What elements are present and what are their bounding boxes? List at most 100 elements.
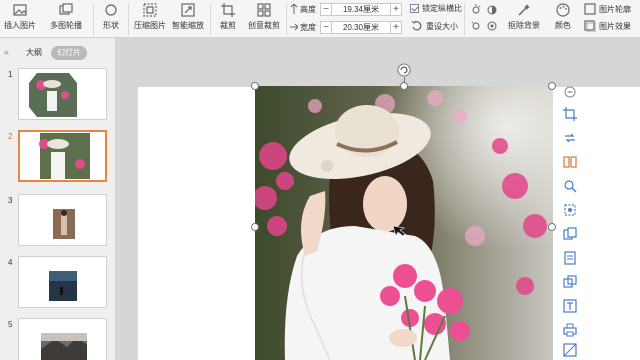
contrast-up-icon[interactable]: [486, 4, 498, 16]
slide-preview: [18, 68, 107, 120]
resize-handle-top-right[interactable]: [548, 82, 556, 90]
width-decrease-button[interactable]: −: [320, 20, 332, 34]
float-replace-button[interactable]: [562, 130, 578, 146]
picture-effect-label: 图片效果: [599, 21, 631, 31]
slide-number: 4: [8, 258, 13, 267]
lock-ratio-checkbox[interactable]: 锁定纵横比: [410, 3, 462, 14]
shape-button[interactable]: 形状: [98, 0, 124, 38]
contrast-down-icon[interactable]: [486, 20, 498, 32]
rotate-handle-line: [404, 77, 405, 83]
collapse-toolbar-button[interactable]: [562, 84, 578, 100]
remove-background-label: 抠除背景: [508, 21, 540, 30]
slide-preview: [18, 256, 107, 308]
float-split-button[interactable]: [562, 154, 578, 170]
float-zoom-button[interactable]: [562, 178, 578, 194]
print-icon: [563, 323, 577, 337]
slide-preview-active: [18, 130, 107, 182]
compress-icon: [143, 3, 157, 17]
slide-thumbnail-1[interactable]: 1: [0, 68, 116, 124]
resize-handle-left[interactable]: [251, 223, 259, 231]
float-effect-button[interactable]: [562, 202, 578, 218]
palette-icon: [556, 3, 570, 17]
reset-size-button[interactable]: 重设大小: [411, 20, 458, 32]
resize-handle-top[interactable]: [400, 82, 408, 90]
slide-5-image: [19, 319, 106, 360]
float-doc-button[interactable]: [562, 250, 578, 266]
color-button[interactable]: 颜色: [548, 0, 578, 38]
slide-number: 3: [8, 196, 13, 205]
picture-float-toolbar: [559, 84, 581, 360]
slide-preview: [18, 318, 107, 360]
crop-label: 裁剪: [220, 21, 236, 30]
outline-icon: [584, 3, 596, 15]
creative-crop-icon: [257, 3, 271, 17]
resize-handle-top-left[interactable]: [251, 82, 259, 90]
crop-icon: [563, 107, 577, 121]
smart-zoom-icon: [181, 3, 195, 17]
creative-crop-button[interactable]: 创意裁剪: [245, 0, 283, 38]
slide-thumbnail-5[interactable]: 5: [0, 318, 116, 360]
crop-icon: [221, 3, 235, 17]
girl-flowers-photo: [255, 86, 553, 360]
collapse-panel-icon[interactable]: «: [4, 47, 9, 57]
text-icon: [563, 299, 577, 313]
layer-icon: [563, 275, 577, 288]
float-layer-button[interactable]: [562, 274, 578, 290]
picture-outline-label: 图片轮廓: [599, 4, 631, 14]
picture-icon: [13, 4, 27, 16]
effect-icon: [584, 20, 596, 32]
brightness-down-icon[interactable]: [470, 20, 482, 32]
multi-picture-icon: [59, 3, 73, 15]
picture-effect-button[interactable]: 图片效果: [584, 20, 631, 32]
shape-label: 形状: [103, 21, 119, 30]
insert-picture-button[interactable]: 插入图片: [2, 0, 38, 38]
width-increase-button[interactable]: +: [390, 20, 402, 34]
float-hatch-button[interactable]: [562, 342, 578, 358]
height-decrease-button[interactable]: −: [320, 2, 332, 16]
crop-button[interactable]: 裁剪: [214, 0, 242, 38]
slide-thumbnail-2[interactable]: 2: [0, 130, 116, 186]
insert-picture-label: 插入图片: [4, 21, 36, 30]
height-field: 高度 − 19.34厘米 +: [290, 2, 402, 16]
width-input[interactable]: 20.30厘米: [332, 20, 390, 34]
brightness-up-icon[interactable]: [470, 4, 482, 16]
multi-outline-label: 多图轮播: [50, 21, 82, 30]
slide-number: 1: [8, 70, 13, 79]
zoom-icon: [564, 180, 577, 193]
tab-slides[interactable]: 幻灯片: [51, 46, 87, 60]
minus-circle-icon: [564, 86, 576, 98]
divider: [464, 3, 465, 35]
height-icon: [290, 4, 298, 14]
reset-size-label: 重设大小: [426, 21, 458, 31]
tab-outline[interactable]: 大纲: [20, 46, 48, 60]
picture-outline-button[interactable]: 图片轮廓: [584, 3, 631, 15]
width-label: 宽度: [300, 22, 316, 32]
divider: [286, 3, 287, 35]
float-text-button[interactable]: [562, 298, 578, 314]
float-crop-button[interactable]: [562, 106, 578, 122]
selected-picture[interactable]: [255, 86, 553, 360]
divider: [128, 3, 129, 35]
copy-icon: [563, 227, 577, 240]
smart-zoom-button[interactable]: 智能缩放: [170, 0, 206, 38]
compress-picture-label: 压缩图片: [134, 21, 166, 30]
float-print-button[interactable]: [562, 322, 578, 338]
lock-ratio-label: 锁定纵横比: [422, 4, 462, 13]
height-increase-button[interactable]: +: [390, 2, 402, 16]
float-copy-button[interactable]: [562, 226, 578, 242]
reset-icon: [411, 20, 422, 31]
height-input[interactable]: 19.34厘米: [332, 2, 390, 16]
multi-outline-button[interactable]: 多图轮播: [46, 0, 86, 38]
slide-thumbnail-3[interactable]: 3: [0, 194, 116, 250]
slide-panel: « 大纲 幻灯片 1 2 3 4 5: [0, 38, 116, 360]
remove-background-button[interactable]: 抠除背景: [504, 0, 544, 38]
rotate-handle-icon[interactable]: [397, 63, 411, 77]
compress-picture-button[interactable]: 压缩图片: [132, 0, 168, 38]
resize-handle-right[interactable]: [548, 223, 556, 231]
slide-number: 5: [8, 320, 13, 329]
color-label: 颜色: [555, 21, 571, 30]
width-field: 宽度 − 20.30厘米 +: [290, 20, 402, 34]
effect-icon: [564, 204, 576, 216]
slide-2-image: [20, 132, 105, 180]
slide-thumbnail-4[interactable]: 4: [0, 256, 116, 312]
